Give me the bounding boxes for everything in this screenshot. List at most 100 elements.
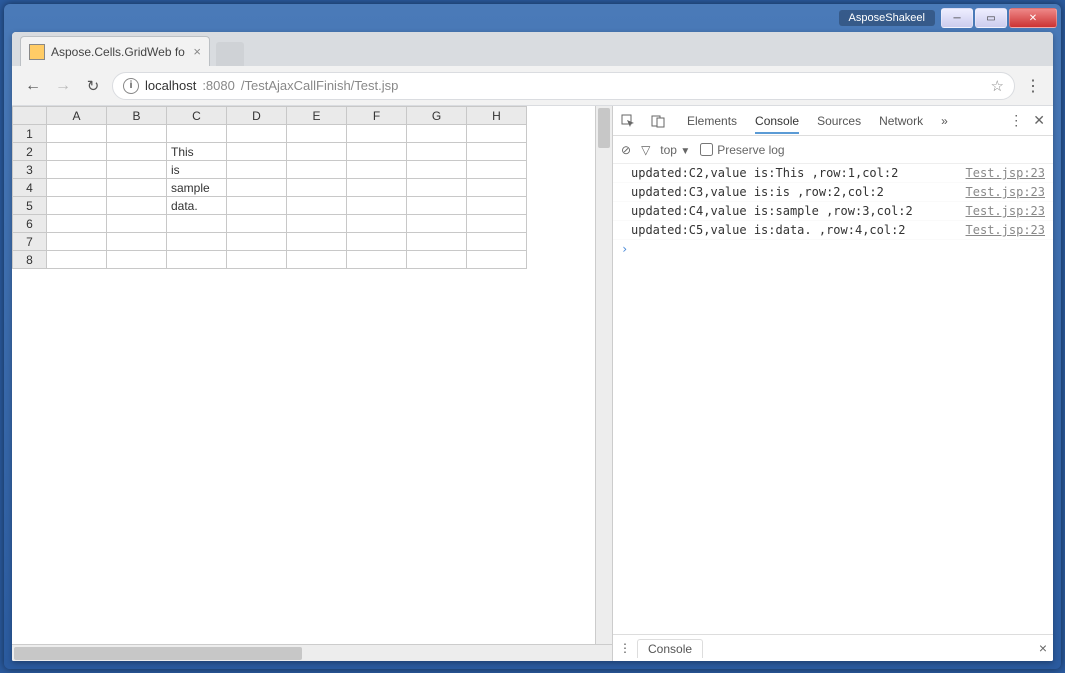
address-bar[interactable]: i localhost:8080/TestAjaxCallFinish/Test… bbox=[112, 72, 1015, 100]
row-header[interactable]: 6 bbox=[13, 215, 47, 233]
row-header[interactable]: 5 bbox=[13, 197, 47, 215]
vertical-scrollbar[interactable] bbox=[595, 106, 612, 644]
grid-cell[interactable] bbox=[47, 161, 107, 179]
grid-cell[interactable] bbox=[347, 161, 407, 179]
grid-cell[interactable] bbox=[467, 161, 527, 179]
grid-cell[interactable] bbox=[467, 233, 527, 251]
grid-cell[interactable] bbox=[467, 179, 527, 197]
site-info-icon[interactable]: i bbox=[123, 78, 139, 94]
log-source-link[interactable]: Test.jsp:23 bbox=[966, 166, 1045, 180]
grid-cell[interactable] bbox=[287, 251, 347, 269]
column-header[interactable]: C bbox=[167, 107, 227, 125]
grid-cell[interactable] bbox=[107, 251, 167, 269]
grid-cell[interactable] bbox=[47, 143, 107, 161]
row-header[interactable]: 1 bbox=[13, 125, 47, 143]
grid-cell[interactable]: This bbox=[167, 143, 227, 161]
grid-cell[interactable]: is bbox=[167, 161, 227, 179]
tab-console[interactable]: Console bbox=[755, 114, 799, 134]
grid-cell[interactable] bbox=[287, 179, 347, 197]
grid-cell[interactable] bbox=[227, 251, 287, 269]
console-log-entry[interactable]: updated:C5,value is:data. ,row:4,col:2Te… bbox=[613, 221, 1053, 240]
tab-elements[interactable]: Elements bbox=[687, 114, 737, 128]
vertical-scrollbar-thumb[interactable] bbox=[598, 108, 610, 148]
row-header[interactable]: 3 bbox=[13, 161, 47, 179]
nav-back-button[interactable]: ← bbox=[22, 75, 44, 97]
grid-cell[interactable] bbox=[107, 179, 167, 197]
log-source-link[interactable]: Test.jsp:23 bbox=[966, 185, 1045, 199]
inspect-element-icon[interactable] bbox=[621, 114, 635, 128]
console-log-entry[interactable]: updated:C3,value is:is ,row:2,col:2Test.… bbox=[613, 183, 1053, 202]
grid-cell[interactable] bbox=[407, 233, 467, 251]
column-header[interactable]: E bbox=[287, 107, 347, 125]
grid-cell[interactable] bbox=[47, 215, 107, 233]
grid-cell[interactable] bbox=[227, 233, 287, 251]
horizontal-scrollbar-thumb[interactable] bbox=[14, 647, 302, 660]
grid-cell[interactable]: data. bbox=[167, 197, 227, 215]
grid-cell[interactable] bbox=[107, 233, 167, 251]
nav-reload-button[interactable]: ↻ bbox=[82, 77, 104, 95]
window-minimize-button[interactable]: ─ bbox=[941, 8, 973, 28]
grid-cell[interactable] bbox=[467, 251, 527, 269]
preserve-log-checkbox[interactable]: Preserve log bbox=[700, 143, 784, 157]
column-header[interactable]: D bbox=[227, 107, 287, 125]
log-source-link[interactable]: Test.jsp:23 bbox=[966, 204, 1045, 218]
grid-corner[interactable] bbox=[13, 107, 47, 125]
row-header[interactable]: 4 bbox=[13, 179, 47, 197]
row-header[interactable]: 8 bbox=[13, 251, 47, 269]
grid-cell[interactable] bbox=[467, 215, 527, 233]
grid-cell[interactable] bbox=[347, 125, 407, 143]
grid-cell[interactable] bbox=[227, 197, 287, 215]
browser-tab[interactable]: Aspose.Cells.GridWeb fo × bbox=[20, 36, 210, 66]
column-header[interactable]: A bbox=[47, 107, 107, 125]
console-log-entry[interactable]: updated:C4,value is:sample ,row:3,col:2T… bbox=[613, 202, 1053, 221]
grid-cell[interactable]: sample bbox=[167, 179, 227, 197]
grid-cell[interactable] bbox=[287, 143, 347, 161]
spreadsheet-grid[interactable]: ABCDEFGH12This3is4sample5data.678 bbox=[12, 106, 527, 269]
horizontal-scrollbar[interactable] bbox=[12, 644, 612, 661]
console-prompt[interactable]: › bbox=[613, 240, 1053, 258]
grid-cell[interactable] bbox=[167, 215, 227, 233]
grid-cell[interactable] bbox=[407, 125, 467, 143]
grid-cell[interactable] bbox=[227, 161, 287, 179]
drawer-menu-icon[interactable]: ⋮ bbox=[619, 641, 631, 655]
row-header[interactable]: 7 bbox=[13, 233, 47, 251]
grid-cell[interactable] bbox=[107, 197, 167, 215]
devtools-menu-icon[interactable]: ⋮ bbox=[1009, 112, 1023, 129]
grid-cell[interactable] bbox=[407, 215, 467, 233]
bookmark-star-icon[interactable]: ☆ bbox=[991, 77, 1004, 95]
context-selector[interactable]: top ▼ bbox=[660, 143, 690, 157]
grid-cell[interactable] bbox=[107, 161, 167, 179]
grid-cell[interactable] bbox=[287, 197, 347, 215]
grid-cell[interactable] bbox=[467, 125, 527, 143]
grid-cell[interactable] bbox=[47, 233, 107, 251]
grid-cell[interactable] bbox=[407, 197, 467, 215]
column-header[interactable]: B bbox=[107, 107, 167, 125]
clear-console-icon[interactable]: ⊘ bbox=[621, 143, 631, 157]
grid-cell[interactable] bbox=[407, 161, 467, 179]
grid-cell[interactable] bbox=[347, 215, 407, 233]
row-header[interactable]: 2 bbox=[13, 143, 47, 161]
devtools-close-icon[interactable]: ✕ bbox=[1033, 112, 1045, 129]
grid-cell[interactable] bbox=[347, 197, 407, 215]
grid-cell[interactable] bbox=[347, 233, 407, 251]
column-header[interactable]: G bbox=[407, 107, 467, 125]
grid-cell[interactable] bbox=[347, 251, 407, 269]
tab-close-icon[interactable]: × bbox=[193, 44, 201, 59]
grid-cell[interactable] bbox=[287, 215, 347, 233]
tab-overflow-icon[interactable]: » bbox=[941, 114, 948, 128]
grid-cell[interactable] bbox=[287, 161, 347, 179]
window-close-button[interactable]: ✕ bbox=[1009, 8, 1057, 28]
grid-cell[interactable] bbox=[467, 143, 527, 161]
filter-icon[interactable]: ▽ bbox=[641, 143, 650, 157]
window-titlebar[interactable]: AsposeShakeel ─ ▭ ✕ bbox=[4, 4, 1061, 32]
grid-cell[interactable] bbox=[227, 179, 287, 197]
grid-cell[interactable] bbox=[287, 125, 347, 143]
grid-cell[interactable] bbox=[107, 125, 167, 143]
console-log-entry[interactable]: updated:C2,value is:This ,row:1,col:2Tes… bbox=[613, 164, 1053, 183]
nav-forward-button[interactable]: → bbox=[52, 75, 74, 97]
column-header[interactable]: H bbox=[467, 107, 527, 125]
grid-cell[interactable] bbox=[47, 251, 107, 269]
window-maximize-button[interactable]: ▭ bbox=[975, 8, 1007, 28]
tab-sources[interactable]: Sources bbox=[817, 114, 861, 128]
grid-cell[interactable] bbox=[467, 197, 527, 215]
